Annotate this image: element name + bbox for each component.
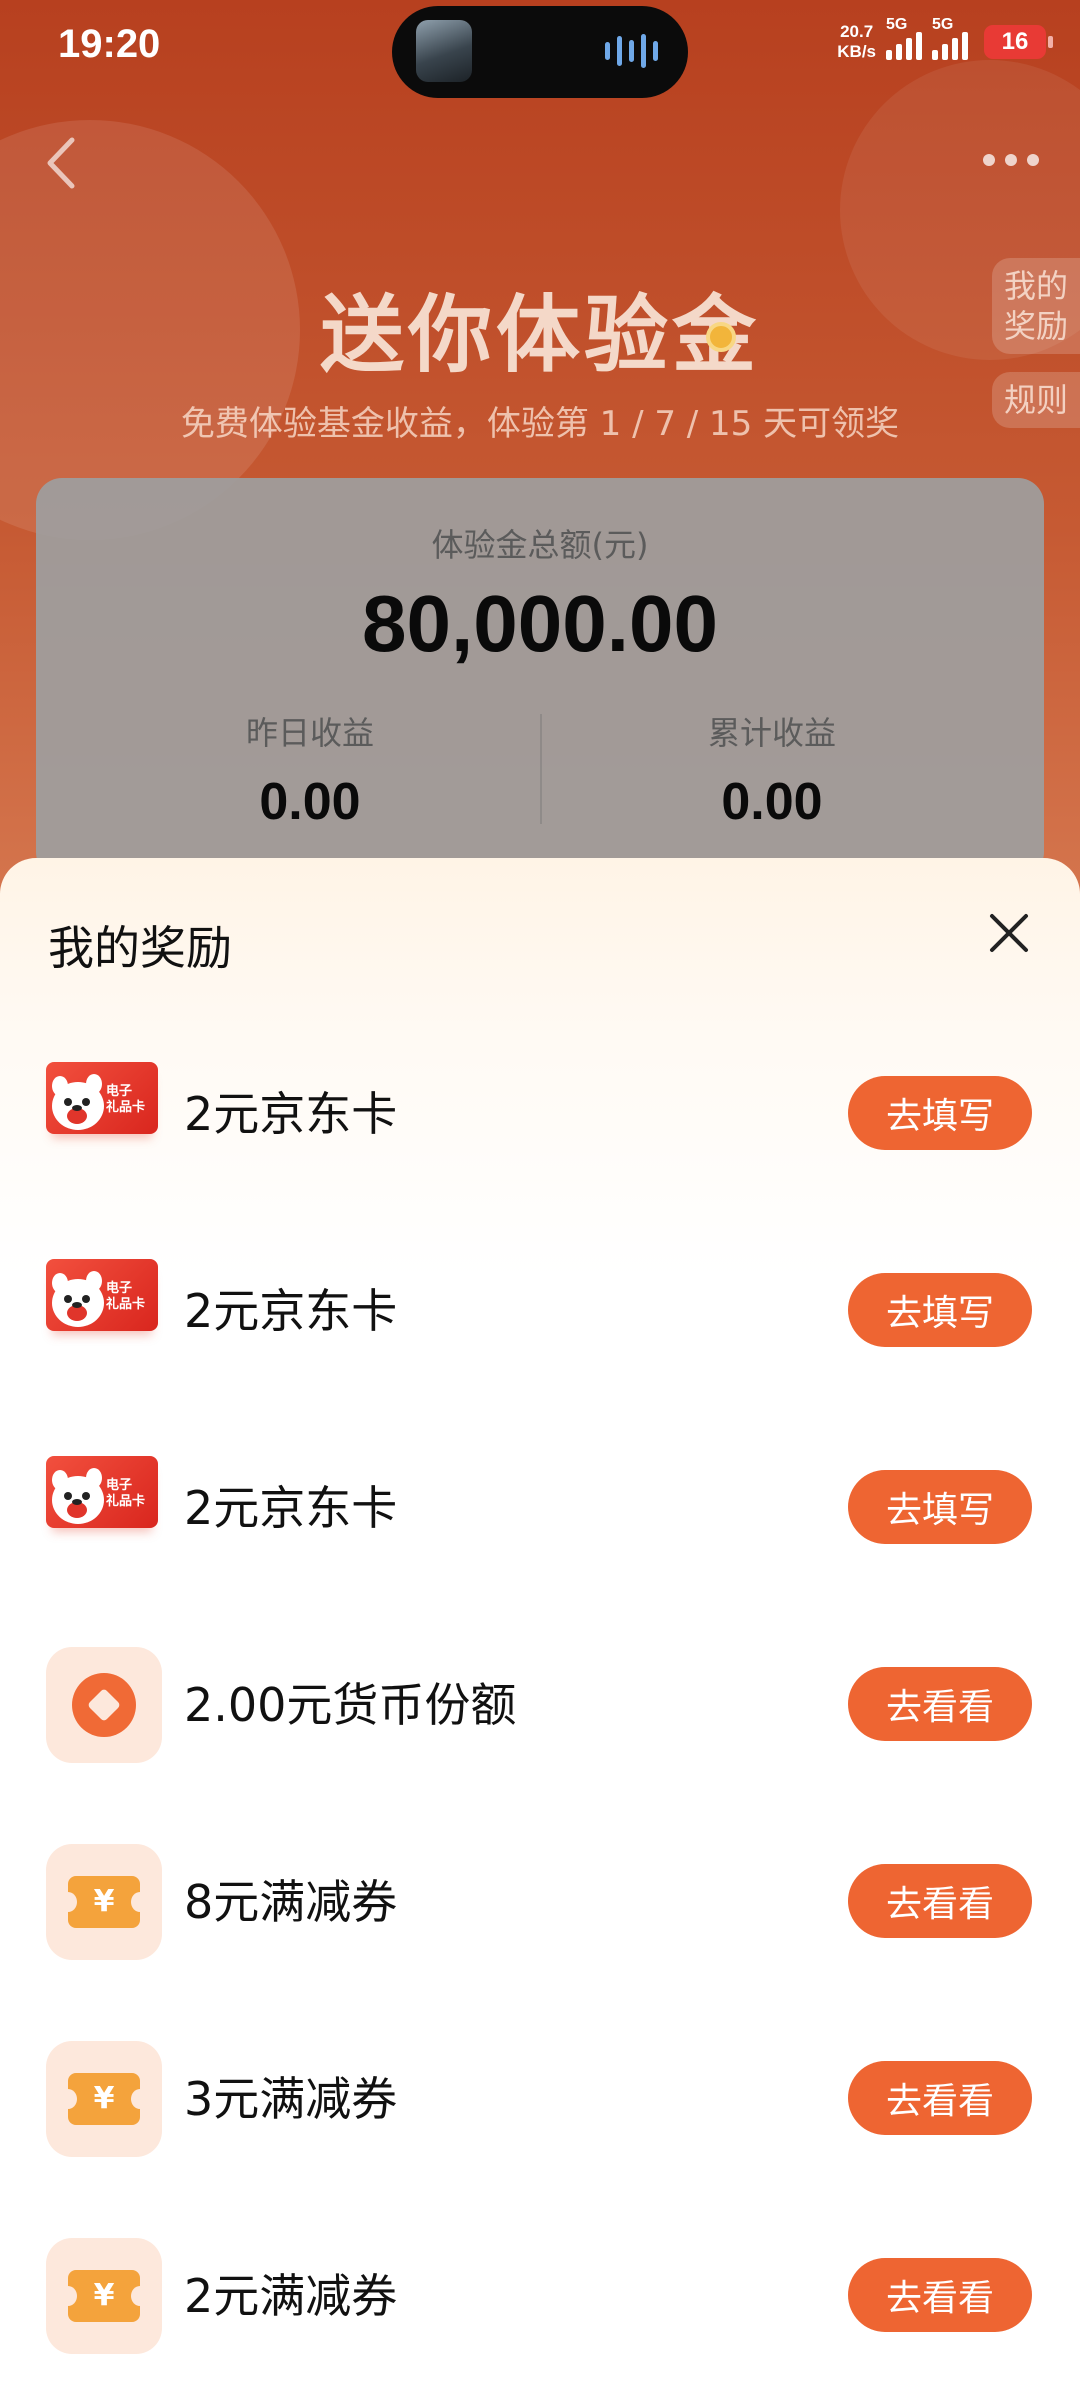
rules-tab[interactable]: 规则 [992, 372, 1080, 428]
coupon-icon: ¥ [46, 2238, 162, 2354]
page-subtitle: 免费体验基金收益，体验第 1 / 7 / 15 天可领奖 [180, 404, 900, 444]
reward-item: 2.00元货币份额 去看看 [0, 1647, 1080, 1844]
coin-icon [46, 1647, 162, 1763]
page-title: 送你体验金 [319, 286, 760, 384]
status-time: 19:20 [58, 22, 161, 66]
my-rewards-tab[interactable]: 我的奖励 [992, 258, 1080, 354]
network-speed: 20.7 KB/s [837, 22, 876, 61]
view-button[interactable]: 去看看 [848, 1667, 1032, 1741]
signal-strength-icon: 5G [886, 16, 922, 60]
reward-list: 电子礼品卡 2元京东卡 去填写 电子礼品卡 2元京东卡 去填写 电子礼品卡 [0, 1056, 1080, 2400]
reward-item: 电子 礼品卡 2元京东卡 去填写 [0, 1450, 1080, 1647]
cumulative-earnings-label: 累计收益 [707, 714, 836, 752]
yesterday-earnings: 昨日收益 0.00 [80, 708, 540, 832]
total-amount-value: 80,000.00 [362, 579, 718, 668]
reward-item: 电子 礼品卡 2元京东卡 去填写 [0, 1253, 1080, 1450]
reward-item: ¥ 2元满减券 去看看 [0, 2238, 1080, 2400]
reward-name: 8元满减券 [184, 1875, 398, 1929]
back-arrow-icon[interactable] [36, 128, 86, 198]
dynamic-island[interactable] [392, 6, 688, 98]
battery-icon: 16 [984, 25, 1053, 59]
status-indicators: 20.7 KB/s 5G 5G 16 [837, 16, 1053, 62]
close-icon[interactable] [984, 908, 1034, 958]
music-cover-thumbnail [416, 20, 472, 82]
total-amount-label: 体验金总额(元) [431, 526, 649, 564]
view-button[interactable]: 去看看 [848, 2061, 1032, 2135]
trial-fund-card: 体验金总额(元) 80,000.00 昨日收益 0.00 累计收益 0.00 [36, 478, 1044, 878]
cumulative-earnings-value: 0.00 [721, 773, 823, 831]
audio-waveform-icon [605, 34, 658, 68]
reward-name: 2元京东卡 [184, 1284, 398, 1338]
reward-name: 2元京东卡 [184, 1087, 398, 1141]
reward-item: 电子 礼品卡 2元京东卡 去填写 [0, 1056, 1080, 1253]
fill-in-button[interactable]: 去填写 [848, 1273, 1032, 1347]
yesterday-earnings-value: 0.00 [259, 773, 361, 831]
reward-name: 2.00元货币份额 [184, 1678, 517, 1732]
view-button[interactable]: 去看看 [848, 2258, 1032, 2332]
jd-gift-card-icon: 电子 礼品卡 [46, 1056, 162, 1172]
jd-gift-card-icon: 电子 礼品卡 [46, 1253, 162, 1369]
jd-gift-card-icon: 电子 礼品卡 [46, 1450, 162, 1566]
status-bar: 19:20 20.7 KB/s 5G 5G 16 [0, 0, 1080, 100]
my-rewards-sheet: 我的奖励 电子 礼品卡 2元京东卡 去填写 电子 礼品卡 2元京东卡 去填写 电… [0, 858, 1080, 2400]
fill-in-button[interactable]: 去填写 [848, 1076, 1032, 1150]
reward-name: 2元满减券 [184, 2269, 398, 2323]
signal-strength-icon-2: 5G [932, 16, 968, 60]
coupon-icon: ¥ [46, 2041, 162, 2157]
sheet-title: 我的奖励 [48, 921, 232, 975]
reward-name: 2元京东卡 [184, 1481, 398, 1535]
cumulative-earnings: 累计收益 0.00 [542, 708, 1002, 832]
more-options-icon[interactable] [978, 140, 1044, 180]
coupon-icon: ¥ [46, 1844, 162, 1960]
reward-name: 3元满减券 [184, 2072, 398, 2126]
coin-decoration-icon [706, 322, 736, 352]
reward-item: ¥ 3元满减券 去看看 [0, 2041, 1080, 2238]
fill-in-button[interactable]: 去填写 [848, 1470, 1032, 1544]
reward-item: ¥ 8元满减券 去看看 [0, 1844, 1080, 2041]
view-button[interactable]: 去看看 [848, 1864, 1032, 1938]
yesterday-earnings-label: 昨日收益 [245, 714, 374, 752]
